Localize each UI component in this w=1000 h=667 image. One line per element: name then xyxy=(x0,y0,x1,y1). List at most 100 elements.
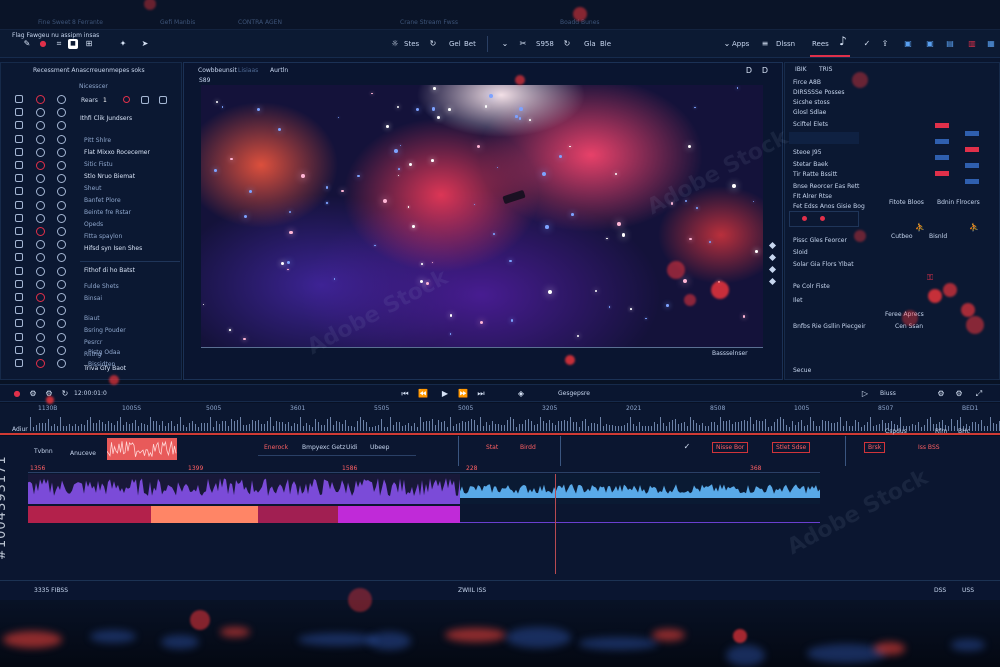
toggle-chip[interactable] xyxy=(935,155,949,160)
fx-icon[interactable] xyxy=(15,134,23,143)
dock-icon[interactable]: D xyxy=(744,66,754,76)
expand-icon[interactable]: ⤢ xyxy=(974,389,984,399)
audio-clip-selected[interactable] xyxy=(106,438,177,460)
record-icon[interactable] xyxy=(123,96,130,103)
square-icon[interactable] xyxy=(141,96,149,104)
scrubber-marker[interactable] xyxy=(768,265,777,274)
toggle-chip[interactable] xyxy=(935,139,949,144)
list-item[interactable]: Fithof di ho Batst xyxy=(84,267,135,274)
lock-icon[interactable] xyxy=(57,200,66,210)
panel-icon[interactable]: ▤ xyxy=(945,39,955,49)
lock-icon[interactable] xyxy=(36,319,45,329)
record-icon[interactable]: ● xyxy=(38,39,48,49)
scrubber-marker[interactable] xyxy=(768,253,777,262)
target-icon[interactable] xyxy=(36,306,45,316)
toolbar-label-ble[interactable]: Ble xyxy=(600,40,611,48)
fx-icon[interactable] xyxy=(36,227,45,236)
fx-icon[interactable] xyxy=(57,213,66,223)
inspector-item[interactable]: Ilet xyxy=(793,297,802,304)
list-item[interactable]: Banfet Plore xyxy=(84,197,121,204)
fast-forward-icon[interactable]: ⏩ xyxy=(458,389,468,399)
fx-icon[interactable] xyxy=(36,332,45,342)
inspector-item[interactable]: Sciftel Elets xyxy=(793,121,828,128)
layer-icon[interactable] xyxy=(36,293,45,302)
mask-icon[interactable] xyxy=(15,359,23,367)
playhead[interactable] xyxy=(555,474,556,574)
tab-label[interactable]: Aurtln xyxy=(270,67,288,74)
inspector-control-label[interactable]: Bdnin Flrocers xyxy=(937,199,980,206)
target-icon[interactable] xyxy=(15,108,23,117)
marker-tag[interactable]: Nisse Bor xyxy=(712,442,749,453)
settings-icon[interactable]: ⚙ xyxy=(936,389,946,399)
list-item[interactable]: Pistg Odaa xyxy=(88,349,120,356)
layer-icon[interactable] xyxy=(15,306,23,315)
list-item[interactable]: Ithfi Clik Jundsers xyxy=(80,115,132,122)
clock-icon[interactable] xyxy=(57,266,66,276)
fx-icon[interactable] xyxy=(15,240,23,249)
window-icon[interactable]: ▣ xyxy=(903,39,913,49)
color-swatch-row[interactable] xyxy=(789,211,859,227)
inspector-item[interactable]: Glosl Sdlae xyxy=(793,109,826,116)
layer-icon[interactable] xyxy=(15,200,23,209)
inspector-item[interactable]: Pe Colr Fiste xyxy=(793,283,830,290)
lock-icon[interactable] xyxy=(57,306,66,316)
step-forward-icon[interactable]: ⏭ xyxy=(476,389,486,399)
list-item[interactable]: Bsring Pouder xyxy=(84,327,126,334)
toolbar-label-bet[interactable]: Bet xyxy=(464,40,476,48)
key-icon[interactable]: ⚿ xyxy=(925,273,935,283)
timeline-ruler[interactable]: 1130B 1005S 5005 3601 5505 5005 3205 2021 8508 10… xyxy=(0,403,1000,433)
field-value[interactable]: 1 xyxy=(103,97,107,104)
audio-icon[interactable] xyxy=(57,359,66,368)
inspector-item[interactable]: Steoe J95 xyxy=(793,149,822,156)
dock-icon[interactable]: D xyxy=(760,66,770,76)
lock-icon[interactable] xyxy=(15,332,23,341)
stop-icon[interactable]: ■ xyxy=(68,39,78,49)
audio-track-2[interactable] xyxy=(460,474,820,504)
inspector-item[interactable]: Sloid xyxy=(793,249,808,256)
toggle-chip[interactable] xyxy=(965,163,979,168)
inspector-item[interactable]: Pissc Gles Feorcer xyxy=(793,237,847,244)
check-icon[interactable]: ✓ xyxy=(862,39,872,49)
sun-icon[interactable]: ☼ xyxy=(390,39,400,49)
brush-icon[interactable] xyxy=(15,161,23,169)
toggle-chip[interactable] xyxy=(935,171,949,176)
video-clip[interactable] xyxy=(258,506,338,523)
mask-icon[interactable] xyxy=(15,253,23,262)
panel-icon[interactable]: ▦ xyxy=(986,39,996,49)
inspector-control-label[interactable]: Feree Aprecs xyxy=(885,311,924,318)
mask-icon[interactable] xyxy=(57,121,66,131)
tab-label[interactable]: Cowbbeunsit xyxy=(198,67,237,74)
inspector-item[interactable]: Secue xyxy=(793,367,811,374)
scrubber-marker[interactable] xyxy=(768,241,777,250)
toggle-chip[interactable] xyxy=(935,123,949,128)
settings-icon[interactable]: ⚙ xyxy=(44,389,54,399)
toggle-chip[interactable] xyxy=(965,147,979,152)
list-item[interactable]: Sitic Fistu xyxy=(84,161,113,168)
crop-icon[interactable]: ⌗ xyxy=(54,39,64,49)
window-icon[interactable]: ▣ xyxy=(925,39,935,49)
inspector-item[interactable]: Sicshe stoss xyxy=(793,99,830,106)
list-item[interactable]: Fitta spaylon xyxy=(84,233,122,240)
mask-icon[interactable] xyxy=(36,134,45,144)
pen-icon[interactable]: ✎ xyxy=(22,39,32,49)
list-item[interactable]: Pitt Shlre xyxy=(84,137,111,144)
marker-tag[interactable]: Stlet Sdse xyxy=(772,442,811,453)
lock-icon[interactable] xyxy=(36,108,45,118)
clock-icon[interactable] xyxy=(15,293,23,301)
list-item[interactable]: Beinte fre Rstar xyxy=(84,209,131,216)
audio-icon[interactable] xyxy=(36,161,45,170)
lock-icon[interactable] xyxy=(15,227,23,235)
brush-icon[interactable] xyxy=(15,266,23,275)
audio-icon[interactable] xyxy=(57,253,66,263)
panel-icon[interactable]: ▥ xyxy=(967,39,977,49)
audio-icon[interactable] xyxy=(36,266,45,276)
fx-icon[interactable] xyxy=(57,319,66,329)
audio-icon[interactable] xyxy=(15,279,23,288)
export-icon[interactable]: ⇪ xyxy=(880,39,890,49)
audio-icon[interactable] xyxy=(15,174,23,183)
list-item[interactable]: Pesrcr xyxy=(84,339,102,346)
video-clip[interactable] xyxy=(28,506,151,523)
inspector-item[interactable]: Bnse Reorcer Eas Rett xyxy=(793,183,859,190)
arrow-icon[interactable]: ➤ xyxy=(140,39,150,49)
play-icon[interactable]: ▷ xyxy=(860,389,870,399)
